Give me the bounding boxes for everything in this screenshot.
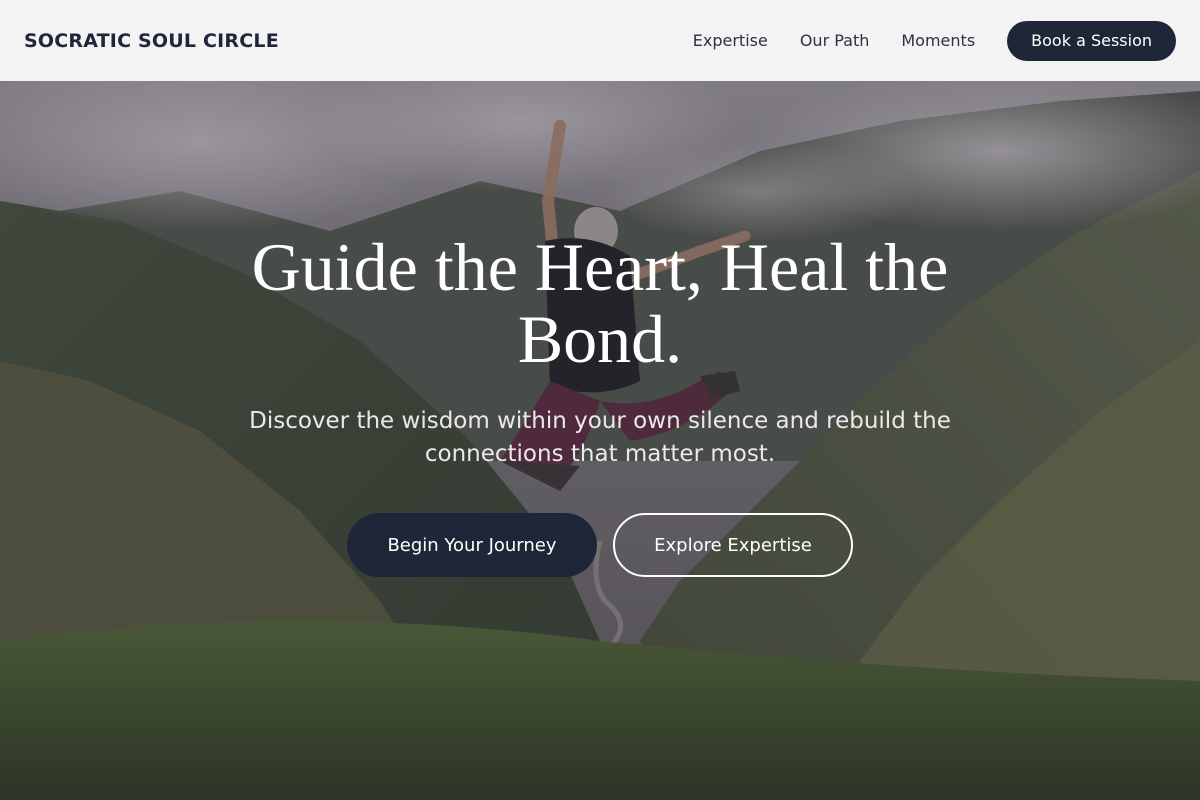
hero-headline: Guide the Heart, Heal the Bond. — [251, 229, 949, 377]
hero-subheadline: Discover the wisdom within your own sile… — [249, 408, 951, 467]
hero-content: Guide the Heart, Heal the Bond. Discover… — [0, 231, 1200, 577]
nav-link-our-path[interactable]: Our Path — [800, 31, 870, 50]
nav-menu: Expertise Our Path Moments Book a Sessio… — [693, 20, 1176, 61]
brand-logo[interactable]: SOCRATIC SOUL CIRCLE — [24, 30, 279, 52]
hero-section: Guide the Heart, Heal the Bond. Discover… — [0, 81, 1200, 800]
nav-link-expertise[interactable]: Expertise — [693, 31, 768, 50]
top-nav: SOCRATIC SOUL CIRCLE Expertise Our Path … — [0, 0, 1200, 81]
explore-expertise-button[interactable]: Explore Expertise — [613, 513, 853, 577]
hero-cta-group: Begin Your Journey Explore Expertise — [0, 513, 1200, 577]
nav-link-moments[interactable]: Moments — [901, 31, 975, 50]
book-session-button[interactable]: Book a Session — [1007, 20, 1176, 61]
begin-journey-button[interactable]: Begin Your Journey — [347, 513, 597, 577]
